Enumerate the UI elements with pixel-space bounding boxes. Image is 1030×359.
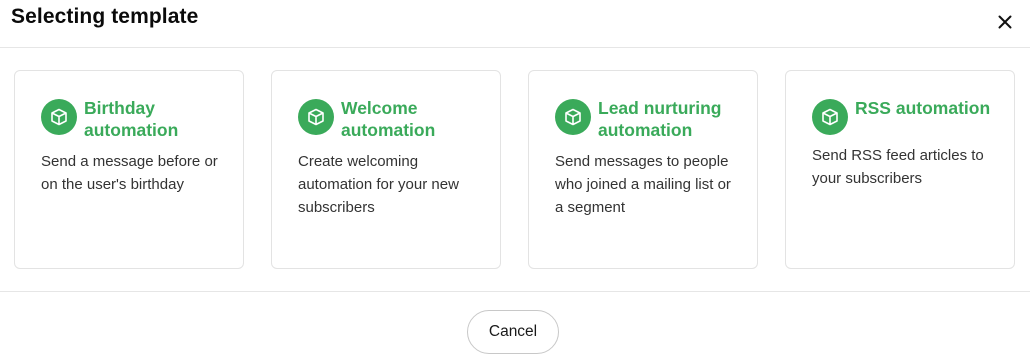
template-selection-dialog: Selecting template Birthday automation S…	[0, 0, 1030, 359]
card-description: Send a message before or on the user's b…	[41, 153, 218, 193]
box-icon	[555, 99, 591, 135]
template-card-welcome[interactable]: Welcome automation Create welcoming auto…	[271, 70, 501, 269]
card-description: Create welcoming automation for your new…	[298, 153, 459, 216]
close-icon	[998, 15, 1012, 29]
close-button[interactable]	[993, 10, 1017, 34]
dialog-footer: Cancel	[0, 291, 1030, 359]
card-title: RSS automation	[855, 98, 991, 118]
card-description: Send RSS feed articles to your subscribe…	[812, 147, 984, 187]
card-header: Welcome automation	[298, 97, 500, 141]
template-card-rss[interactable]: RSS automation Send RSS feed articles to…	[785, 70, 1015, 269]
template-card-lead-nurturing[interactable]: Lead nurturing automation Send messages …	[528, 70, 758, 269]
card-description: Send messages to people who joined a mai…	[555, 153, 731, 216]
cancel-button[interactable]: Cancel	[467, 310, 559, 354]
dialog-header: Selecting template	[0, 0, 1030, 48]
card-header: RSS automation	[812, 97, 1014, 135]
template-cards: Birthday automation Send a message befor…	[14, 70, 1015, 269]
card-header: Birthday automation	[41, 97, 243, 141]
card-title: Lead nurturing automation	[598, 98, 722, 140]
card-header: Lead nurturing automation	[555, 97, 757, 141]
card-title: Birthday automation	[84, 98, 179, 140]
box-icon	[298, 99, 334, 135]
dialog-title: Selecting template	[11, 5, 199, 28]
box-icon	[41, 99, 77, 135]
template-card-birthday[interactable]: Birthday automation Send a message befor…	[14, 70, 244, 269]
box-icon	[812, 99, 848, 135]
card-title: Welcome automation	[341, 98, 436, 140]
